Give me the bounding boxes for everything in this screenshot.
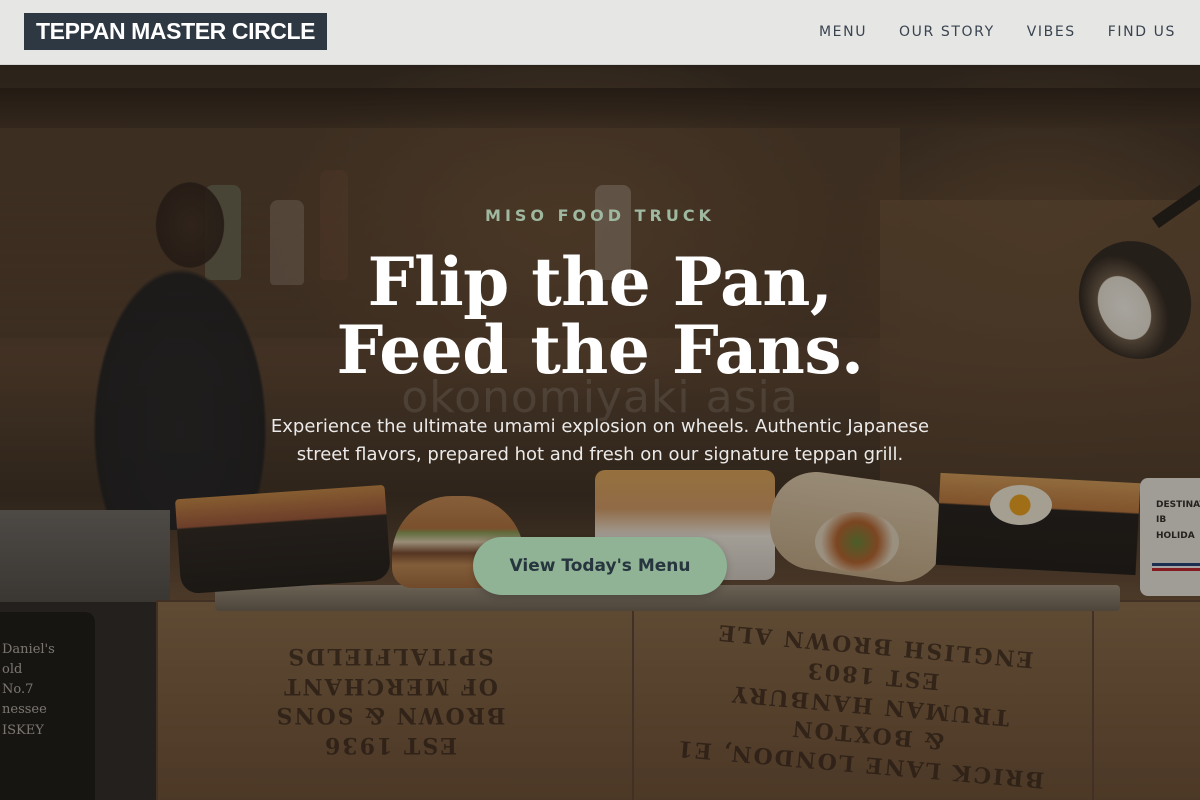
hero-headline-line-1: Flip the Pan, (367, 243, 833, 321)
hero-headline-line-2: Feed the Fans. (336, 311, 864, 389)
hero-eyebrow: MISO FOOD TRUCK (485, 206, 715, 225)
view-menu-button[interactable]: View Today's Menu (473, 537, 727, 595)
hero-subtext: Experience the ultimate umami explosion … (270, 416, 930, 465)
hero-headline: Flip the Pan, Feed the Fans. (0, 248, 1200, 384)
landing-page: Daniel's old No.7 nessee ISKEY EST 1936 … (0, 0, 1200, 800)
hero-section: MISO FOOD TRUCK Flip the Pan, Feed the F… (0, 0, 1200, 800)
